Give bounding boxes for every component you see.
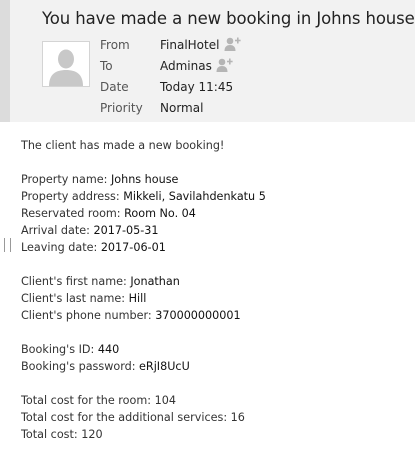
arrival-date-label: Arrival date: [21,224,94,237]
booking-password-label: Booking's password: [21,360,140,373]
room-cost-line: Total cost for the room: 104 [21,392,266,409]
total-cost-line: Total cost: 120 [21,426,266,443]
message-subject: You have made a new booking in Johns hou… [42,9,415,28]
meta-label-to: To [100,59,113,73]
property-address-value: Mikkeli, Savilahdenkatu 5 [123,190,266,203]
arrival-date-line: Arrival date: 2017-05-31 [21,222,266,239]
meta-label-priority: Priority [100,101,143,115]
meta-label-date: Date [100,80,129,94]
last-name-label: Client's last name: [21,292,129,305]
total-cost-label: Total cost: [21,428,82,441]
phone-line: Client's phone number: 370000000001 [21,307,266,324]
sender-avatar [42,41,90,87]
booking-id-line: Booking's ID: 440 [21,341,266,358]
last-name-value: Hill [128,292,147,305]
first-name-value: Jonathan [130,275,180,288]
splitter-handle[interactable] [4,238,11,252]
reserved-room-line: Reservated room: Room No. 04 [21,205,266,222]
header-accent-bar [0,0,10,122]
total-cost-value: 120 [81,428,103,441]
arrival-date-value: 2017-05-31 [93,224,159,237]
room-cost-value: 104 [154,394,176,407]
booking-password-line: Booking's password: eRjI8UcU [21,358,266,375]
leaving-date-line: Leaving date: 2017-06-01 [21,239,266,256]
add-contact-icon[interactable] [216,57,234,73]
services-cost-value: 16 [230,411,245,424]
room-cost-label: Total cost for the room: [21,394,155,407]
message-priority: Normal [160,101,204,115]
property-name-value: Johns house [110,173,179,186]
recipient-name[interactable]: Adminas [160,59,212,73]
property-name-label: Property name: [21,173,111,186]
leaving-date-label: Leaving date: [21,241,101,254]
message-body: The client has made a new booking! Prope… [21,137,266,443]
property-name-line: Property name: Johns house [21,171,266,188]
booking-password-value: eRjI8UcU [139,360,190,373]
reserved-room-value: Room No. 04 [124,207,196,220]
message-header: You have made a new booking in Johns hou… [0,0,415,122]
meta-label-from: From [100,38,130,52]
first-name-label: Client's first name: [21,275,131,288]
user-silhouette-icon [43,42,89,86]
add-contact-icon[interactable] [224,36,242,52]
booking-id-label: Booking's ID: [21,343,98,356]
reserved-room-label: Reservated room: [21,207,125,220]
first-name-line: Client's first name: Jonathan [21,273,266,290]
phone-value: 370000000001 [155,309,241,322]
body-intro: The client has made a new booking! [21,139,225,152]
services-cost-line: Total cost for the additional services: … [21,409,266,426]
sender-name[interactable]: FinalHotel [160,38,219,52]
phone-label: Client's phone number: [21,309,156,322]
property-address-label: Property address: [21,190,124,203]
message-date: Today 11:45 [160,80,234,94]
leaving-date-value: 2017-06-01 [100,241,166,254]
property-address-line: Property address: Mikkeli, Savilahdenkat… [21,188,266,205]
last-name-line: Client's last name: Hill [21,290,266,307]
booking-id-value: 440 [97,343,120,356]
services-cost-label: Total cost for the additional services: [21,411,231,424]
